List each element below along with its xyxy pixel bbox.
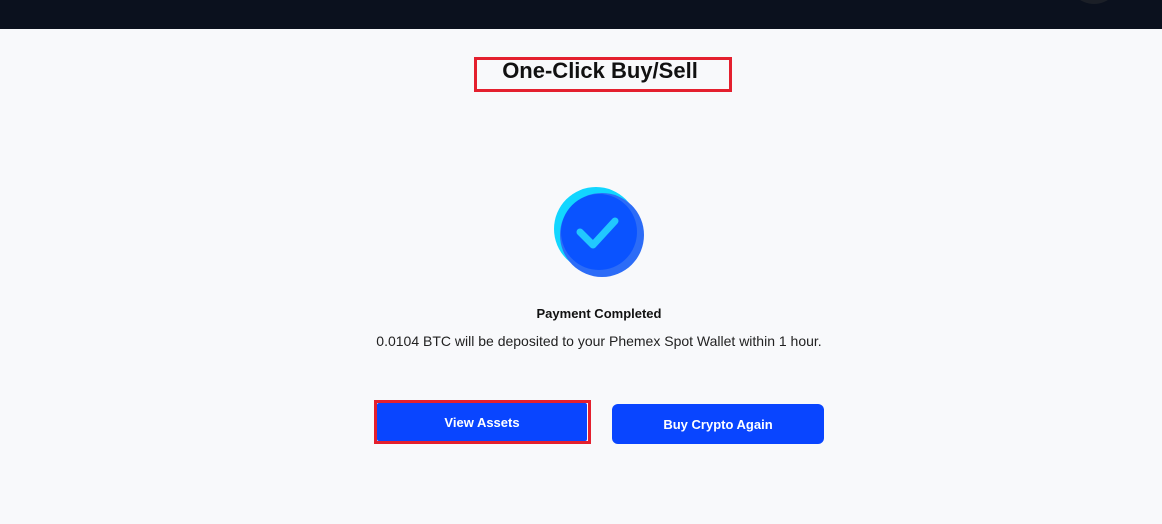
payment-status-title: Payment Completed [536, 306, 662, 321]
payment-status-message: 0.0104 BTC will be deposited to your Phe… [376, 333, 822, 349]
buy-crypto-again-button[interactable]: Buy Crypto Again [612, 404, 824, 444]
top-navigation-bar [0, 0, 1162, 29]
success-check-icon [554, 187, 646, 279]
view-assets-button[interactable]: View Assets [377, 403, 587, 441]
avatar[interactable] [1068, 0, 1120, 4]
page-title: One-Click Buy/Sell [502, 58, 698, 83]
